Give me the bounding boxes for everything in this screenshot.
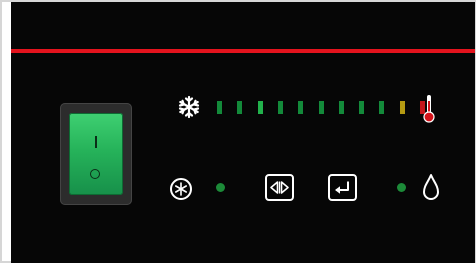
temperature-segment bbox=[379, 101, 384, 114]
temperature-segment bbox=[237, 101, 242, 114]
power-on-mark bbox=[95, 136, 97, 148]
temperature-segment bbox=[258, 101, 263, 114]
enter-button[interactable] bbox=[328, 174, 357, 201]
compressor-icon bbox=[170, 178, 192, 200]
snowflake-icon bbox=[178, 95, 200, 119]
temperature-segment bbox=[217, 101, 222, 114]
drip-status-led bbox=[397, 183, 406, 192]
temperature-segment bbox=[359, 101, 364, 114]
power-off-mark bbox=[90, 169, 100, 179]
device-frame bbox=[0, 0, 476, 263]
temperature-segment bbox=[400, 101, 405, 114]
temperature-segment bbox=[339, 101, 344, 114]
compressor-status-led bbox=[216, 183, 225, 192]
control-panel bbox=[11, 2, 475, 263]
manual-button[interactable] bbox=[265, 174, 294, 201]
red-accent-line bbox=[11, 49, 475, 53]
temperature-segment bbox=[298, 101, 303, 114]
power-switch-bezel bbox=[60, 103, 132, 205]
thermometer-icon bbox=[423, 95, 435, 123]
temperature-segment bbox=[319, 101, 324, 114]
water-drop-icon bbox=[423, 174, 439, 200]
temperature-segment bbox=[278, 101, 283, 114]
power-switch[interactable] bbox=[69, 113, 123, 195]
